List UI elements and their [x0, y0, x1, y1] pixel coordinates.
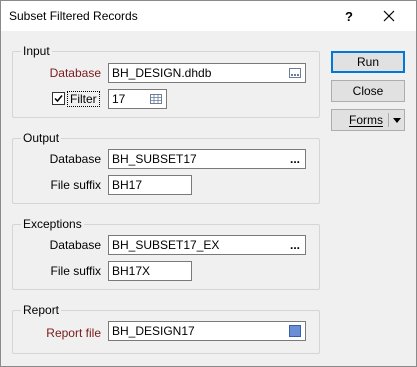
exceptions-group-title: Exceptions [21, 217, 84, 231]
filter-field[interactable]: 17 [108, 89, 167, 109]
window-title: Subset Filtered Records [9, 9, 138, 23]
checkmark-icon [54, 95, 63, 103]
output-database-field[interactable]: BH_SUBSET17 ... [108, 149, 306, 169]
input-database-value: BH_DESIGN.dhdb [112, 66, 212, 80]
filter-checkbox[interactable] [52, 92, 65, 105]
forms-button-label: Forms [349, 113, 383, 127]
output-database-value: BH_SUBSET17 [112, 152, 197, 166]
input-database-browse-button[interactable] [286, 65, 304, 81]
database-browse-icon [289, 68, 301, 78]
close-icon [383, 10, 395, 22]
input-group-title: Input [21, 44, 52, 58]
close-button[interactable]: Close [331, 80, 405, 102]
exceptions-database-value: BH_SUBSET17_EX [112, 238, 220, 252]
file-browse-icon [289, 325, 301, 337]
output-database-label: Database [49, 152, 101, 166]
report-file-browse-button[interactable] [286, 323, 304, 339]
input-database-label: Database [49, 66, 101, 80]
forms-dropdown-button[interactable] [389, 110, 404, 130]
filter-label[interactable]: Filter [67, 91, 100, 107]
report-file-label: Report file [46, 326, 101, 340]
output-suffix-field[interactable]: BH17 [108, 175, 192, 195]
filter-picker-button[interactable] [147, 91, 165, 107]
filter-value: 17 [112, 92, 126, 106]
exceptions-database-label: Database [49, 238, 101, 252]
input-database-field[interactable]: BH_DESIGN.dhdb [108, 63, 306, 83]
report-group-title: Report [21, 303, 62, 317]
chevron-down-icon [392, 117, 401, 123]
output-group-title: Output [21, 131, 62, 145]
help-icon: ? [345, 8, 353, 24]
exceptions-database-field[interactable]: BH_SUBSET17_EX ... [108, 235, 306, 255]
output-suffix-value: BH17 [112, 178, 143, 192]
filter-grid-icon [150, 94, 162, 104]
help-button[interactable]: ? [331, 1, 367, 31]
report-file-field[interactable]: BH_DESIGN17 [108, 321, 306, 341]
output-suffix-label: File suffix [50, 178, 101, 192]
exceptions-suffix-value: BH17X [112, 264, 151, 278]
run-button[interactable]: Run [331, 51, 405, 73]
exceptions-database-browse-button[interactable]: ... [286, 237, 304, 253]
forms-button[interactable]: Forms [331, 109, 405, 131]
exceptions-suffix-field[interactable]: BH17X [108, 261, 192, 281]
report-file-value: BH_DESIGN17 [112, 324, 195, 338]
exceptions-suffix-label: File suffix [50, 264, 101, 278]
title-bar: Subset Filtered Records ? [1, 1, 416, 31]
subset-filtered-records-dialog: Subset Filtered Records ? Input Database… [0, 0, 417, 367]
output-database-browse-button[interactable]: ... [286, 151, 304, 167]
close-window-button[interactable] [371, 1, 407, 31]
